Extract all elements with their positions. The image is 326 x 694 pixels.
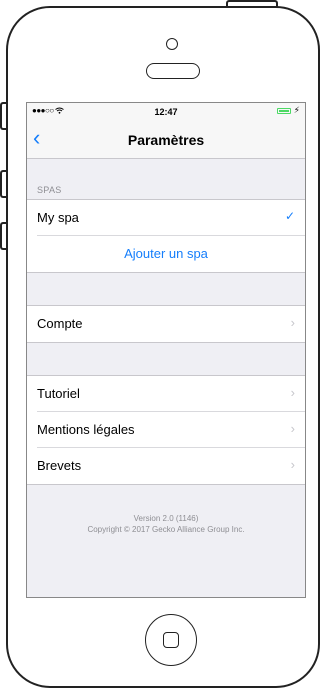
charging-icon: ⚡: [293, 105, 300, 115]
chevron-right-icon: ›: [290, 315, 295, 330]
patents-label: Brevets: [37, 458, 82, 473]
page-title: Paramètres: [127, 132, 205, 148]
list-item-legal[interactable]: Mentions légales ›: [27, 412, 305, 448]
app-screen: ●●●○○ 12:47 ⚡ ‹ Paramètres SPAS My spa ✓…: [26, 102, 306, 598]
checkmark-icon: ✓: [284, 209, 295, 223]
section-header-spas: SPAS: [37, 185, 62, 195]
list-item-account[interactable]: Compte ›: [27, 306, 305, 342]
divider: [27, 342, 305, 343]
chevron-right-icon: ›: [290, 457, 295, 472]
divider: [27, 272, 305, 273]
copyright-text: Copyright © 2017 Gecko Alliance Group In…: [87, 525, 245, 534]
home-button[interactable]: [145, 614, 197, 666]
app-footer: Version 2.0 (1146) Copyright © 2017 Geck…: [27, 513, 305, 535]
add-spa-label: Ajouter un spa: [124, 246, 208, 261]
list-item-spa[interactable]: My spa ✓: [27, 200, 305, 236]
add-spa-button[interactable]: Ajouter un spa: [27, 236, 305, 272]
status-time: 12:47: [154, 107, 178, 117]
list-item-tutorial[interactable]: Tutoriel ›: [27, 376, 305, 412]
legal-label: Mentions légales: [37, 422, 135, 437]
version-text: Version 2.0 (1146): [133, 514, 199, 523]
spa-name: My spa: [37, 210, 79, 225]
earpiece-speaker: [146, 63, 200, 79]
account-label: Compte: [37, 316, 83, 331]
status-bar: ●●●○○ 12:47 ⚡: [27, 103, 305, 121]
tutorial-label: Tutoriel: [37, 386, 80, 401]
navigation-bar: ‹ Paramètres: [27, 121, 305, 159]
home-button-square: [163, 632, 179, 648]
front-camera: [166, 38, 178, 50]
chevron-right-icon: ›: [290, 385, 295, 400]
list-item-patents[interactable]: Brevets ›: [27, 448, 305, 484]
divider: [27, 484, 305, 485]
battery-icon: [277, 108, 291, 114]
chevron-right-icon: ›: [290, 421, 295, 436]
